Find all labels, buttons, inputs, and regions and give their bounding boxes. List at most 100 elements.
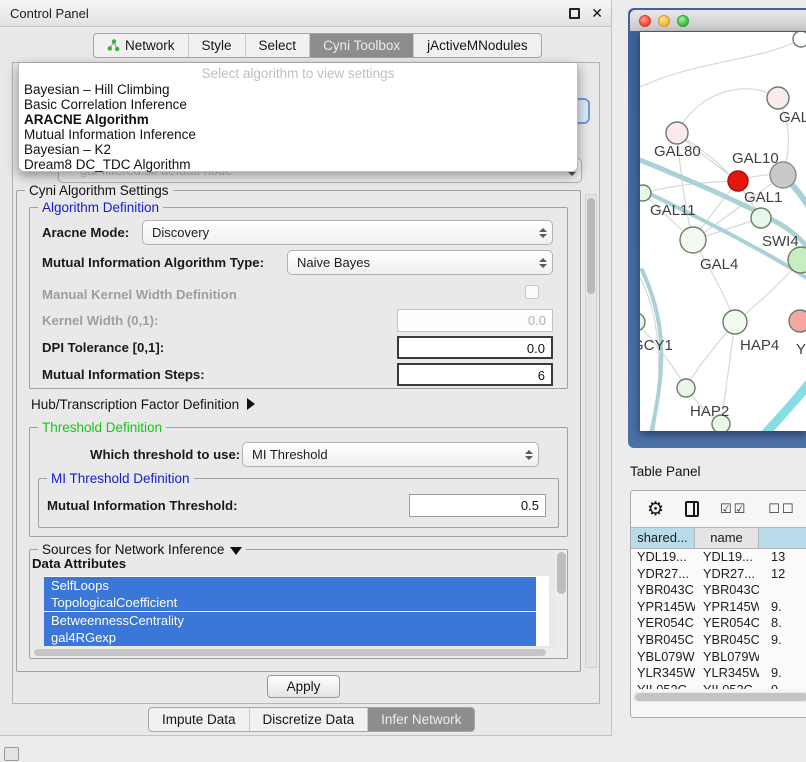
close-light-icon[interactable] [639,15,651,27]
network-canvas[interactable]: GALGAL80GAL10GAL11GAL1SWI4GAL4GCY1HAP4YH… [640,32,806,431]
column-header-shared[interactable]: shared... [631,528,695,548]
minimize-light-icon[interactable] [658,15,670,27]
network-node-hap2[interactable] [677,379,695,397]
network-node[interactable] [793,32,806,47]
gear-icon[interactable]: ⚙ [647,500,664,519]
network-edge[interactable] [758,374,806,431]
mi-steps-input[interactable]: 6 [397,363,553,386]
apply-button[interactable]: Apply [267,675,340,698]
cell-value: 13 [759,549,806,566]
group-title: MI Threshold Definition [47,471,194,486]
control-panel-titlebar: Control Panel ✕ [0,0,611,27]
table-body: YDL19... YDL19... 13 YDR27... YDR27... 1… [631,549,806,689]
algorithm-option[interactable]: Bayesian – K2 [19,142,577,157]
network-node-gal1[interactable] [751,208,771,228]
attribute-item-selected[interactable]: gal4RGexp [44,629,536,646]
tab-discretize-data[interactable]: Discretize Data [249,708,368,731]
kernel-width-input[interactable]: 0.0 [397,309,553,332]
which-threshold-value: MI Threshold [243,447,520,462]
mi-threshold-label: Mutual Information Threshold: [47,498,237,513]
network-edge[interactable] [693,240,735,322]
bottom-tabs: Impute Data Discretize Data Infer Networ… [148,707,475,732]
tab-impute-data[interactable]: Impute Data [149,708,249,731]
tab-label: Discretize Data [263,708,355,732]
docked-panel-icon[interactable] [4,747,19,761]
hub-definition-expander[interactable]: Hub/Transcription Factor Definition [31,397,255,412]
network-node-gal4[interactable] [680,227,706,253]
columns-icon[interactable] [685,501,699,517]
table-row[interactable]: YBR045C YBR045C 9. [631,632,806,649]
scrollbar-thumb[interactable] [557,552,566,594]
node-label: GCY1 [640,337,673,354]
table-row[interactable]: YBR043C YBR043C [631,582,806,599]
network-node-hap4[interactable] [723,310,747,334]
network-node-gal80[interactable] [666,122,688,144]
node-label: GAL1 [744,189,782,206]
network-edge[interactable] [640,39,801,92]
group-title[interactable]: Sources for Network Inference [38,542,246,557]
network-node-gal11[interactable] [640,185,651,201]
table-row[interactable]: YDL19... YDL19... 13 [631,549,806,566]
cell-name: YPR145W [695,599,759,616]
table-row[interactable]: YDR27... YDR27... 12 [631,566,806,583]
network-node-y[interactable] [789,310,806,332]
mi-type-label: Mutual Information Algorithm Type: [42,255,264,270]
tab-cyni-toolbox[interactable]: Cyni Toolbox [309,34,413,57]
which-threshold-combo[interactable]: MI Threshold [242,442,539,467]
network-edge[interactable] [677,89,778,133]
control-panel-window: Control Panel ✕ Network Style Select Cyn… [0,0,612,736]
cell-shared-name: YLR345W [631,665,695,682]
table-row[interactable]: YPR145W YPR145W 9. [631,599,806,616]
cell-name: YBL079W [695,649,759,666]
table-hscrollbar[interactable] [633,692,806,702]
column-header-partial[interactable] [759,528,806,548]
attribute-item-selected[interactable]: TopologicalCoefficient [44,594,536,611]
cell-value: 9. [759,599,806,616]
tab-select[interactable]: Select [245,34,310,57]
threshold-definition-group: Threshold Definition Which threshold to … [29,427,568,537]
mi-threshold-input[interactable]: 0.5 [409,494,546,517]
network-node-gcy1[interactable] [640,313,645,331]
algorithm-option[interactable]: Mutual Information Inference [19,127,577,142]
attributes-vscrollbar[interactable] [555,550,567,658]
tab-infer-network[interactable]: Infer Network [367,708,474,731]
manual-kernel-checkbox[interactable] [525,285,539,299]
dpi-tolerance-input[interactable]: 0.0 [397,336,553,359]
network-node-gal[interactable] [767,87,789,109]
tab-label: Infer Network [381,708,461,732]
network-window-titlebar[interactable] [630,10,806,31]
table-row[interactable]: YLR345W YLR345W 9. [631,665,806,682]
select-all-columns-icon[interactable]: ☑☑ [720,501,747,517]
table-row[interactable]: YBL079W YBL079W [631,649,806,666]
tab-jactivemnodules[interactable]: jActiveMNodules [413,34,541,57]
attributes-hscrollbar[interactable] [32,648,565,657]
algorithm-option[interactable]: Basic Correlation Inference [19,97,577,112]
table-row[interactable]: YER054C YER054C 8. [631,615,806,632]
scrollbar-thumb[interactable] [635,693,806,701]
network-canvas-svg: GALGAL80GAL10GAL11GAL1SWI4GAL4GCY1HAP4YH… [640,32,806,431]
float-window-icon[interactable] [569,8,580,19]
tab-style[interactable]: Style [188,34,245,57]
settings-scrollbar[interactable] [585,194,597,668]
scrollbar-thumb[interactable] [34,649,546,656]
table-row[interactable]: YIL052C YIL052C 9 [631,682,806,689]
close-window-icon[interactable]: ✕ [591,5,603,22]
network-node[interactable] [728,171,748,191]
zoom-light-icon[interactable] [677,15,689,27]
mi-steps-label: Mutual Information Steps: [42,367,205,382]
column-header-name[interactable]: name [695,528,759,548]
algorithm-option[interactable]: Bayesian – Hill Climbing [19,82,577,97]
cell-value [759,649,806,666]
aracne-mode-combo[interactable]: Discovery [142,220,553,245]
mi-type-combo[interactable]: Naive Bayes [287,250,553,275]
manual-kernel-label: Manual Kernel Width Definition [42,287,237,302]
unselect-all-columns-icon[interactable]: ☐☐ [768,501,795,517]
algorithm-option[interactable]: ARACNE Algorithm [19,112,577,127]
tab-network[interactable]: Network [94,34,188,57]
attribute-item-selected[interactable]: BetweennessCentrality [44,612,536,629]
algorithm-option[interactable]: Dream8 DC_TDC Algorithm [19,157,577,172]
attribute-item-selected[interactable]: SelfLoops [44,577,536,594]
cell-name: YDL19... [695,549,759,566]
scrollbar-thumb[interactable] [587,198,595,294]
mi-threshold-group: MI Threshold Definition Mutual Informati… [38,478,559,528]
